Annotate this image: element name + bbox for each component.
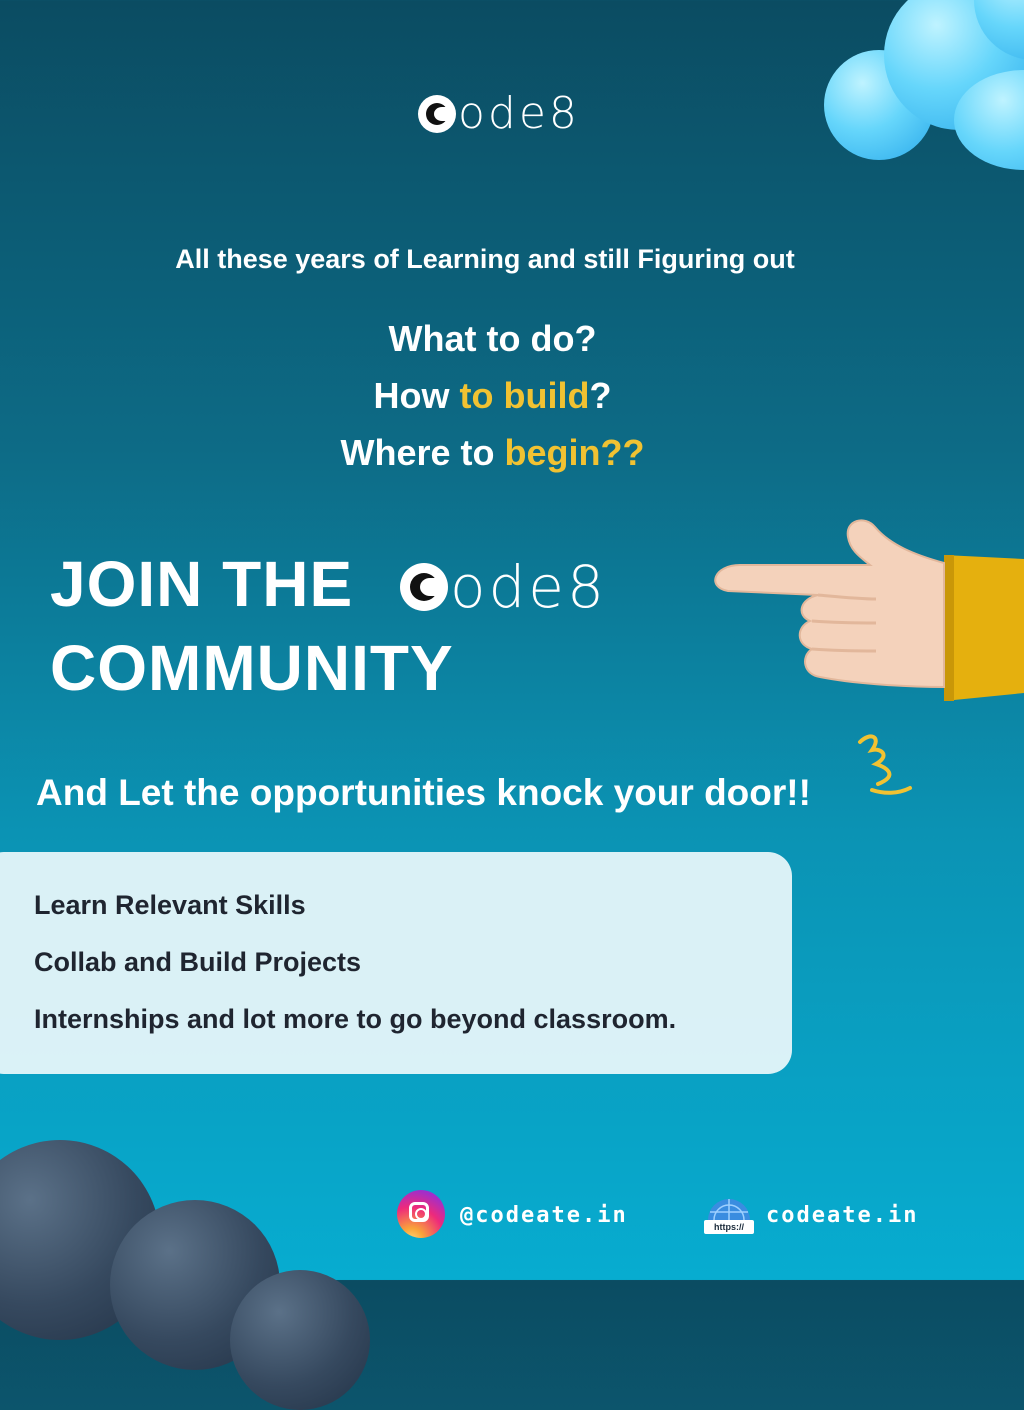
code8-logo-icon bbox=[418, 95, 456, 133]
brand-logo-top: ode8 bbox=[418, 92, 580, 136]
question-highlight: to build bbox=[459, 375, 590, 416]
join-heading-line2: COMMUNITY bbox=[50, 632, 454, 704]
benefits-card: Learn Relevant Skills Collab and Build P… bbox=[0, 852, 792, 1074]
question-text: How bbox=[373, 375, 460, 416]
cloud-decoration-top bbox=[824, 0, 1024, 180]
benefit-item: Internships and lot more to go beyond cl… bbox=[34, 1004, 677, 1034]
code8-logo-icon bbox=[400, 563, 448, 611]
website-link[interactable]: codeate.in bbox=[766, 1203, 918, 1228]
instagram-icon[interactable] bbox=[397, 1190, 445, 1238]
globe-icon[interactable]: https:// bbox=[704, 1196, 754, 1236]
join-heading-line1: JOIN THE bbox=[50, 548, 354, 620]
question-suffix: ? bbox=[589, 375, 612, 416]
question-text: Where to bbox=[340, 432, 505, 473]
question-text: What to do? bbox=[388, 318, 597, 359]
sparkle-doodle-icon bbox=[858, 734, 912, 795]
question-highlight: begin?? bbox=[504, 432, 645, 473]
instagram-glyph bbox=[409, 1202, 429, 1222]
opportunity-tagline: And Let the opportunities knock your doo… bbox=[36, 772, 811, 813]
logo-text: ode8 bbox=[450, 553, 607, 621]
benefit-item: Learn Relevant Skills bbox=[34, 890, 306, 920]
web-icon-label: https:// bbox=[714, 1222, 744, 1232]
tagline: All these years of Learning and still Fi… bbox=[175, 244, 795, 274]
question-where: Where to begin?? bbox=[0, 432, 985, 474]
question-how: How to build? bbox=[0, 375, 985, 417]
benefit-item: Collab and Build Projects bbox=[34, 947, 362, 977]
logo-text: ode8 bbox=[458, 88, 580, 139]
pointing-hand-icon bbox=[714, 519, 1024, 701]
brand-logo-inline: ode8 bbox=[400, 558, 607, 616]
instagram-handle-link[interactable]: @codeate.in bbox=[460, 1203, 628, 1228]
cloud-decoration-bottom bbox=[0, 1120, 420, 1410]
question-what: What to do? bbox=[0, 318, 985, 360]
